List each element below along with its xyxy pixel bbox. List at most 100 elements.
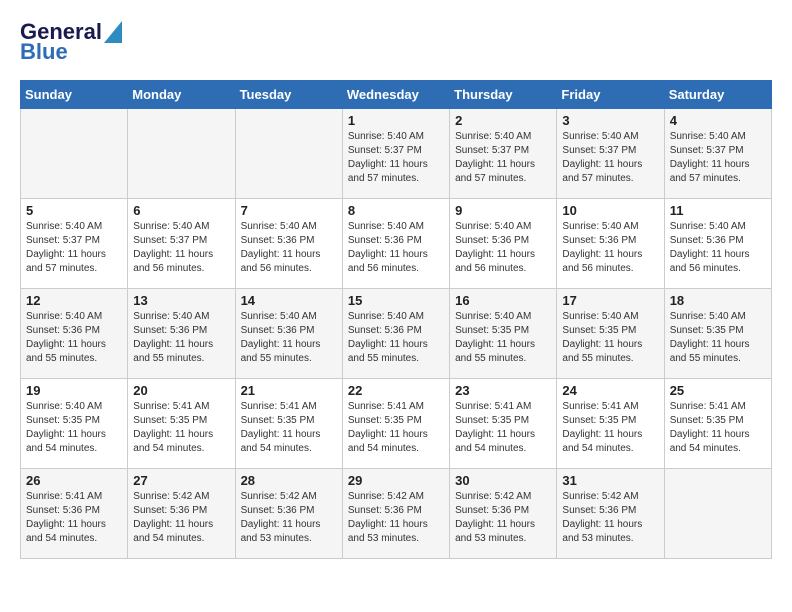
day-number: 3	[562, 113, 658, 128]
calendar-cell: 4 Sunrise: 5:40 AM Sunset: 5:37 PM Daylig…	[664, 109, 771, 199]
day-info: Sunrise: 5:40 AM Sunset: 5:37 PM Dayligh…	[348, 130, 444, 186]
calendar-cell: 5 Sunrise: 5:40 AM Sunset: 5:37 PM Daylig…	[21, 199, 128, 289]
logo: General Blue	[20, 20, 122, 64]
day-number: 21	[241, 383, 337, 398]
header-thursday: Thursday	[450, 81, 557, 109]
day-number: 9	[455, 203, 551, 218]
day-number: 17	[562, 293, 658, 308]
day-info: Sunrise: 5:40 AM Sunset: 5:37 PM Dayligh…	[26, 220, 122, 276]
day-info: Sunrise: 5:41 AM Sunset: 5:35 PM Dayligh…	[241, 400, 337, 456]
logo-text-blue: Blue	[20, 40, 68, 64]
day-info: Sunrise: 5:40 AM Sunset: 5:36 PM Dayligh…	[241, 220, 337, 276]
day-info: Sunrise: 5:42 AM Sunset: 5:36 PM Dayligh…	[562, 490, 658, 546]
calendar-cell: 9 Sunrise: 5:40 AM Sunset: 5:36 PM Daylig…	[450, 199, 557, 289]
day-number: 20	[133, 383, 229, 398]
logo-bird-icon	[104, 21, 122, 43]
day-info: Sunrise: 5:41 AM Sunset: 5:36 PM Dayligh…	[26, 490, 122, 546]
day-number: 27	[133, 473, 229, 488]
day-number: 11	[670, 203, 766, 218]
day-number: 28	[241, 473, 337, 488]
calendar-cell: 28 Sunrise: 5:42 AM Sunset: 5:36 PM Dayli…	[235, 469, 342, 559]
day-number: 14	[241, 293, 337, 308]
day-number: 1	[348, 113, 444, 128]
calendar-cell: 26 Sunrise: 5:41 AM Sunset: 5:36 PM Dayli…	[21, 469, 128, 559]
day-info: Sunrise: 5:40 AM Sunset: 5:35 PM Dayligh…	[26, 400, 122, 456]
header-monday: Monday	[128, 81, 235, 109]
header-saturday: Saturday	[664, 81, 771, 109]
day-info: Sunrise: 5:41 AM Sunset: 5:35 PM Dayligh…	[562, 400, 658, 456]
day-info: Sunrise: 5:42 AM Sunset: 5:36 PM Dayligh…	[455, 490, 551, 546]
day-number: 24	[562, 383, 658, 398]
day-info: Sunrise: 5:40 AM Sunset: 5:36 PM Dayligh…	[241, 310, 337, 366]
calendar-cell: 12 Sunrise: 5:40 AM Sunset: 5:36 PM Dayli…	[21, 289, 128, 379]
day-info: Sunrise: 5:40 AM Sunset: 5:35 PM Dayligh…	[562, 310, 658, 366]
day-number: 7	[241, 203, 337, 218]
day-info: Sunrise: 5:40 AM Sunset: 5:36 PM Dayligh…	[670, 220, 766, 276]
day-number: 8	[348, 203, 444, 218]
day-info: Sunrise: 5:40 AM Sunset: 5:36 PM Dayligh…	[133, 310, 229, 366]
day-number: 22	[348, 383, 444, 398]
calendar-cell: 31 Sunrise: 5:42 AM Sunset: 5:36 PM Dayli…	[557, 469, 664, 559]
calendar-cell: 29Sunrise: 5:42 AM Sunset: 5:36 PM Dayli…	[342, 469, 449, 559]
day-info: Sunrise: 5:40 AM Sunset: 5:36 PM Dayligh…	[455, 220, 551, 276]
day-number: 31	[562, 473, 658, 488]
day-number: 10	[562, 203, 658, 218]
day-info: Sunrise: 5:40 AM Sunset: 5:37 PM Dayligh…	[670, 130, 766, 186]
day-number: 25	[670, 383, 766, 398]
day-number: 2	[455, 113, 551, 128]
header-friday: Friday	[557, 81, 664, 109]
calendar-cell	[235, 109, 342, 199]
day-number: 12	[26, 293, 122, 308]
day-info: Sunrise: 5:42 AM Sunset: 5:36 PM Dayligh…	[241, 490, 337, 546]
calendar-cell	[128, 109, 235, 199]
calendar-cell: 13Sunrise: 5:40 AM Sunset: 5:36 PM Dayli…	[128, 289, 235, 379]
day-info: Sunrise: 5:42 AM Sunset: 5:36 PM Dayligh…	[133, 490, 229, 546]
day-info: Sunrise: 5:40 AM Sunset: 5:35 PM Dayligh…	[455, 310, 551, 366]
calendar-week-row: 1 Sunrise: 5:40 AM Sunset: 5:37 PM Daylig…	[21, 109, 772, 199]
calendar-cell: 2 Sunrise: 5:40 AM Sunset: 5:37 PM Daylig…	[450, 109, 557, 199]
day-number: 4	[670, 113, 766, 128]
calendar-cell: 20 Sunrise: 5:41 AM Sunset: 5:35 PM Dayli…	[128, 379, 235, 469]
calendar-cell: 11 Sunrise: 5:40 AM Sunset: 5:36 PM Dayli…	[664, 199, 771, 289]
day-info: Sunrise: 5:40 AM Sunset: 5:35 PM Dayligh…	[670, 310, 766, 366]
calendar-cell: 16 Sunrise: 5:40 AM Sunset: 5:35 PM Dayli…	[450, 289, 557, 379]
calendar-cell: 1 Sunrise: 5:40 AM Sunset: 5:37 PM Daylig…	[342, 109, 449, 199]
day-info: Sunrise: 5:41 AM Sunset: 5:35 PM Dayligh…	[455, 400, 551, 456]
day-info: Sunrise: 5:41 AM Sunset: 5:35 PM Dayligh…	[133, 400, 229, 456]
calendar-cell: 24 Sunrise: 5:41 AM Sunset: 5:35 PM Dayli…	[557, 379, 664, 469]
calendar-cell: 30Sunrise: 5:42 AM Sunset: 5:36 PM Dayli…	[450, 469, 557, 559]
calendar-cell: 8 Sunrise: 5:40 AM Sunset: 5:36 PM Daylig…	[342, 199, 449, 289]
day-info: Sunrise: 5:41 AM Sunset: 5:35 PM Dayligh…	[348, 400, 444, 456]
day-number: 19	[26, 383, 122, 398]
day-info: Sunrise: 5:40 AM Sunset: 5:36 PM Dayligh…	[26, 310, 122, 366]
calendar-cell	[21, 109, 128, 199]
calendar-cell: 10Sunrise: 5:40 AM Sunset: 5:36 PM Dayli…	[557, 199, 664, 289]
calendar-cell	[664, 469, 771, 559]
calendar-cell: 6Sunrise: 5:40 AM Sunset: 5:37 PM Daylig…	[128, 199, 235, 289]
calendar-cell: 3 Sunrise: 5:40 AM Sunset: 5:37 PM Daylig…	[557, 109, 664, 199]
calendar-cell: 21 Sunrise: 5:41 AM Sunset: 5:35 PM Dayli…	[235, 379, 342, 469]
calendar-week-row: 26 Sunrise: 5:41 AM Sunset: 5:36 PM Dayli…	[21, 469, 772, 559]
calendar-cell: 17 Sunrise: 5:40 AM Sunset: 5:35 PM Dayli…	[557, 289, 664, 379]
day-info: Sunrise: 5:40 AM Sunset: 5:36 PM Dayligh…	[348, 310, 444, 366]
day-number: 16	[455, 293, 551, 308]
day-info: Sunrise: 5:40 AM Sunset: 5:37 PM Dayligh…	[562, 130, 658, 186]
day-info: Sunrise: 5:40 AM Sunset: 5:36 PM Dayligh…	[348, 220, 444, 276]
header-tuesday: Tuesday	[235, 81, 342, 109]
calendar-cell: 25 Sunrise: 5:41 AM Sunset: 5:35 PM Dayli…	[664, 379, 771, 469]
day-info: Sunrise: 5:42 AM Sunset: 5:36 PM Dayligh…	[348, 490, 444, 546]
day-number: 18	[670, 293, 766, 308]
calendar-week-row: 5 Sunrise: 5:40 AM Sunset: 5:37 PM Daylig…	[21, 199, 772, 289]
calendar-cell: 23Sunrise: 5:41 AM Sunset: 5:35 PM Dayli…	[450, 379, 557, 469]
page-header: General Blue	[20, 20, 772, 64]
calendar-cell: 14 Sunrise: 5:40 AM Sunset: 5:36 PM Dayli…	[235, 289, 342, 379]
header-wednesday: Wednesday	[342, 81, 449, 109]
calendar-header-row: SundayMondayTuesdayWednesdayThursdayFrid…	[21, 81, 772, 109]
header-sunday: Sunday	[21, 81, 128, 109]
day-info: Sunrise: 5:40 AM Sunset: 5:37 PM Dayligh…	[455, 130, 551, 186]
day-number: 5	[26, 203, 122, 218]
calendar-cell: 7 Sunrise: 5:40 AM Sunset: 5:36 PM Daylig…	[235, 199, 342, 289]
day-number: 26	[26, 473, 122, 488]
day-number: 6	[133, 203, 229, 218]
day-info: Sunrise: 5:41 AM Sunset: 5:35 PM Dayligh…	[670, 400, 766, 456]
